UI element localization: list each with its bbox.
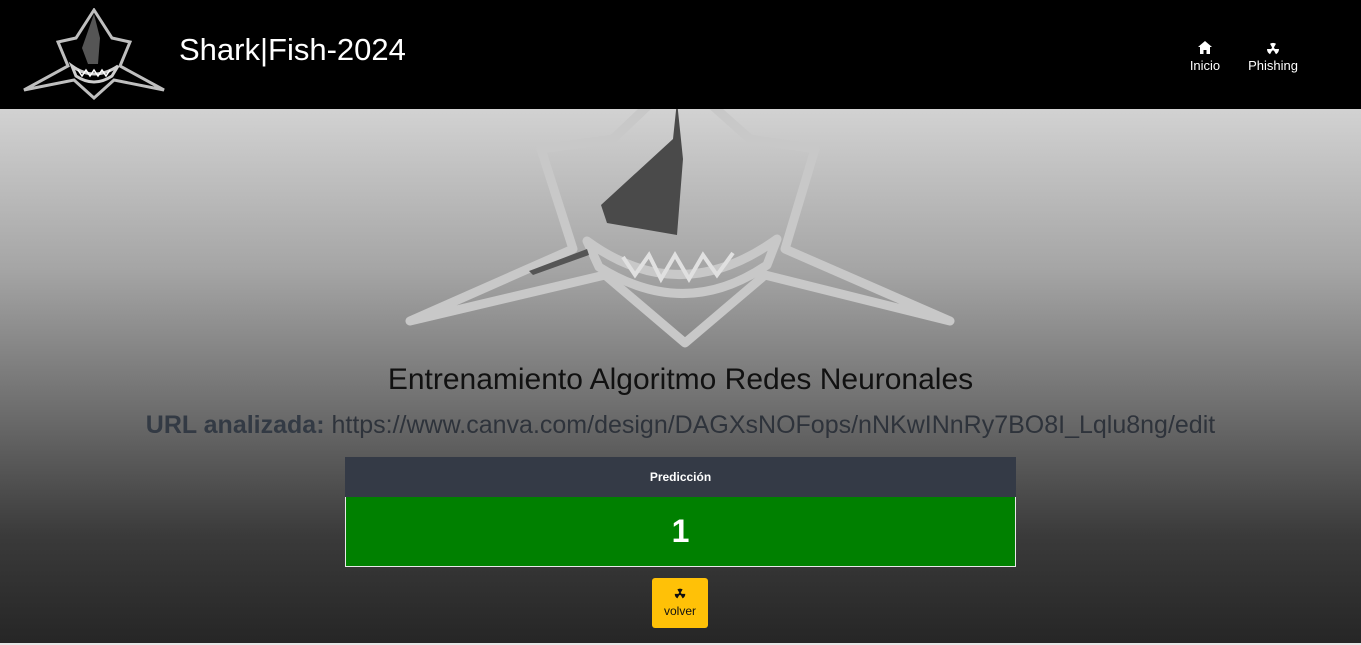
navbar: Shark|Fish-2024 Inicio Phishing xyxy=(0,0,1361,109)
shark-logo-icon[interactable] xyxy=(22,8,166,100)
analyzed-url: URL analizada: https://www.canva.com/des… xyxy=(0,411,1361,440)
page-title: Entrenamiento Algoritmo Redes Neuronales xyxy=(387,363,974,396)
table-row: 1 xyxy=(345,496,1016,567)
main-content: Entrenamiento Algoritmo Redes Neuronales… xyxy=(0,109,1361,643)
radiation-icon xyxy=(1266,42,1280,55)
shark-hero-icon xyxy=(405,109,955,348)
radiation-icon xyxy=(674,588,686,599)
back-button[interactable]: volver xyxy=(652,578,708,628)
prediction-table: Predicción 1 xyxy=(345,457,1016,567)
nav-item-label: Phishing xyxy=(1248,58,1298,73)
nav-item-inicio[interactable]: Inicio xyxy=(1183,40,1227,80)
brand-title[interactable]: Shark|Fish-2024 xyxy=(179,32,406,68)
url-label: URL analizada: xyxy=(145,411,325,439)
prediction-value: 1 xyxy=(345,496,1016,567)
nav-item-phishing[interactable]: Phishing xyxy=(1242,40,1304,80)
nav-item-label: Inicio xyxy=(1189,58,1221,73)
url-value: https://www.canva.com/design/DAGXsNOFops… xyxy=(331,411,1216,439)
prediction-header: Predicción xyxy=(345,457,1016,497)
home-icon xyxy=(1198,41,1212,54)
back-button-label: volver xyxy=(663,604,696,618)
